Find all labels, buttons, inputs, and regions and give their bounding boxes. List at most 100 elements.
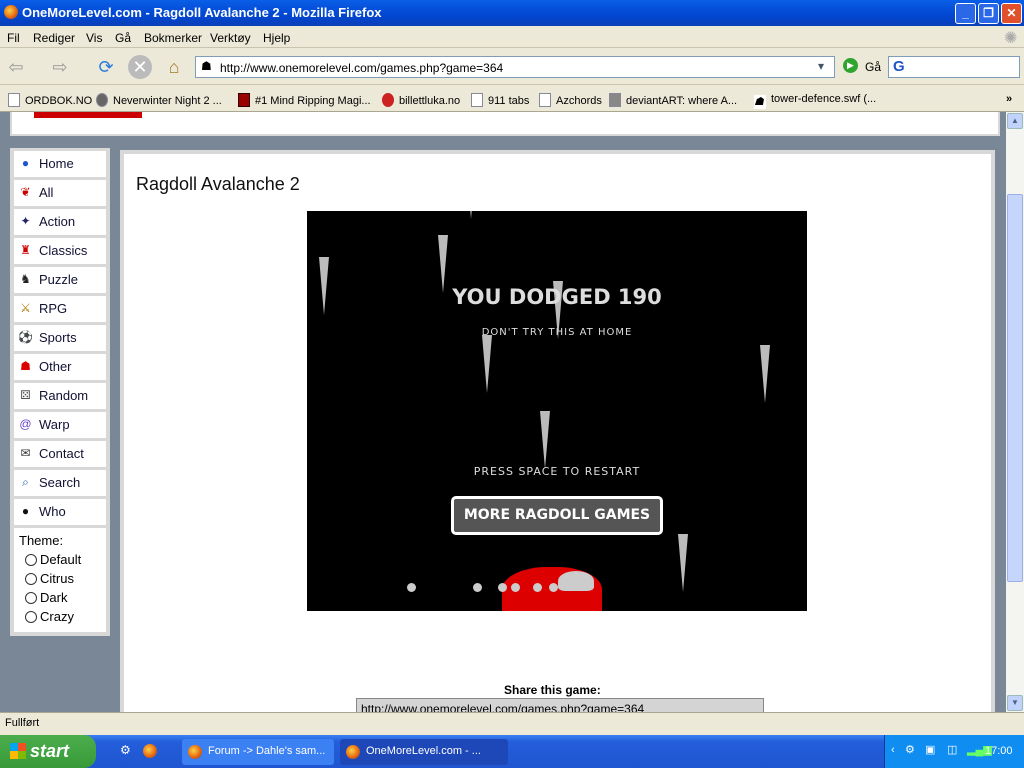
bookmark[interactable]: billettluka.no	[382, 93, 460, 107]
sidebar-item-label: Warp	[39, 417, 70, 432]
menu-file[interactable]: Fil	[7, 31, 20, 45]
minimize-button[interactable]: _	[955, 3, 976, 24]
theme-option-default[interactable]: Default	[25, 552, 101, 567]
menu-help[interactable]: Hjelp	[263, 31, 290, 45]
bookmarks-toolbar: ORDBOK.NO Neverwinter Night 2 ... #1 Min…	[0, 86, 1024, 112]
taskbar-item-onemorelevel[interactable]: OneMoreLevel.com - ...	[340, 739, 508, 765]
google-icon: G	[893, 58, 905, 75]
sidebar-item-warp[interactable]: @ Warp	[14, 412, 106, 438]
sidebar-item-classics[interactable]: ♜ Classics	[14, 238, 106, 264]
swords-icon: ⚔	[20, 301, 31, 315]
envelope-icon: ✉	[20, 446, 31, 460]
magnifier-icon: ⌕	[22, 475, 29, 489]
url-text: http://www.onemorelevel.com/games.php?ga…	[220, 61, 504, 75]
more-ragdoll-games-button[interactable]: MORE RAGDOLL GAMES	[451, 496, 663, 535]
network-icon[interactable]: ▣	[925, 743, 935, 756]
theme-label: Theme:	[19, 533, 64, 548]
share-url-field[interactable]: http://www.onemorelevel.com/games.php?ga…	[356, 698, 764, 712]
go-button[interactable]: Gå	[865, 60, 881, 74]
bookmark[interactable]: ORDBOK.NO	[8, 93, 92, 107]
theme-option-citrus[interactable]: Citrus	[25, 571, 101, 586]
sidebar-item-who[interactable]: ● Who	[14, 499, 106, 525]
sidebar-item-home[interactable]: ● Home	[14, 151, 106, 177]
forward-button[interactable]: ⇨	[48, 55, 72, 79]
sidebar-item-label: Action	[39, 214, 76, 229]
score-text: YOU DODGED 190	[452, 285, 662, 309]
sidebar-item-label: Contact	[39, 446, 84, 461]
sidebar-item-search[interactable]: ⌕ Search	[14, 470, 106, 496]
quicklaunch-ie-icon[interactable]: ⚙	[120, 743, 131, 757]
sidebar-item-contact[interactable]: ✉ Contact	[14, 441, 106, 467]
url-bar[interactable]: ☗ http://www.onemorelevel.com/games.php?…	[195, 56, 835, 78]
page-viewport: ● Home ❦ All ✦ Action ♜ Classics ♞ Puzzle ⚔ RPG ⚽ Spo…	[0, 112, 1006, 712]
ghost-icon: ☗	[20, 359, 31, 373]
person-icon: ●	[21, 504, 30, 518]
steam-icon[interactable]: ⚙	[905, 743, 915, 756]
menu-go[interactable]: Gå	[115, 31, 131, 45]
sidebar-item-action[interactable]: ✦ Action	[14, 209, 106, 235]
sidebar-item-rpg[interactable]: ⚔ RPG	[14, 296, 106, 322]
site-logo[interactable]	[34, 112, 142, 118]
clock[interactable]: 17:00	[985, 745, 1013, 757]
chess-icon: ♞	[20, 272, 31, 286]
start-button[interactable]: start	[0, 735, 96, 768]
search-input[interactable]: G	[888, 56, 1020, 78]
sidebar-item-label: Search	[39, 475, 81, 490]
theme-option-dark[interactable]: Dark	[25, 590, 101, 605]
title-bar: OneMoreLevel.com - Ragdoll Avalanche 2 -…	[0, 0, 1024, 26]
sidebar-item-label: Random	[39, 388, 89, 403]
more-bookmarks-chevron[interactable]: »	[1006, 93, 1012, 105]
url-dropdown-icon[interactable]: ▾	[818, 59, 824, 73]
sidebar-item-random[interactable]: ⚄ Random	[14, 383, 106, 409]
taskbar-item-forum[interactable]: Forum -> Dahle's sam...	[182, 739, 334, 765]
theme-option-crazy[interactable]: Crazy	[25, 609, 101, 624]
home-button[interactable]: ⌂	[162, 55, 186, 79]
back-button[interactable]: ⇦	[4, 55, 28, 79]
bookmark[interactable]: ☗ tower-defence.swf (...	[754, 93, 876, 109]
site-icon: ☗	[201, 59, 212, 73]
quicklaunch-firefox-icon[interactable]	[143, 744, 157, 758]
sidebar-item-label: Sports	[39, 330, 77, 345]
system-tray: ‹ ⚙ ▣ ◫ ▂▄▆ 17:00	[884, 735, 1024, 768]
tray-expand-icon[interactable]: ‹	[891, 744, 895, 756]
close-button[interactable]: ✕	[1001, 3, 1022, 24]
bookmark[interactable]: 911 tabs	[471, 93, 529, 107]
scroll-down-button[interactable]: ▼	[1007, 695, 1023, 711]
window-title: OneMoreLevel.com - Ragdoll Avalanche 2 -…	[22, 5, 382, 20]
sidebar-item-puzzle[interactable]: ♞ Puzzle	[14, 267, 106, 293]
scroll-up-button[interactable]: ▲	[1007, 113, 1023, 129]
sidebar-item-label: Who	[39, 504, 66, 519]
bookmark[interactable]: Neverwinter Night 2 ...	[96, 93, 222, 107]
bookmark[interactable]: #1 Mind Ripping Magi...	[238, 93, 371, 107]
sidebar-item-sports[interactable]: ⚽ Sports	[14, 325, 106, 351]
action-icon: ✦	[20, 214, 31, 228]
page-title: Ragdoll Avalanche 2	[136, 174, 300, 194]
maximize-button[interactable]: ❐	[978, 3, 999, 24]
stop-button[interactable]: ✕	[128, 55, 152, 79]
spiral-icon: @	[19, 417, 32, 431]
main-content: Ragdoll Avalanche 2 YOU DODGED 190 DON'T…	[120, 150, 995, 712]
menu-bar: Fil Rediger Vis Gå Bokmerker Verktøy Hje…	[0, 26, 1024, 48]
sidebar-item-label: RPG	[39, 301, 68, 316]
sound-icon[interactable]: ◫	[947, 743, 957, 756]
scroll-thumb[interactable]	[1007, 194, 1023, 582]
bookmark[interactable]: deviantART: where A...	[609, 93, 737, 107]
menu-view[interactable]: Vis	[86, 31, 102, 45]
menu-bookmarks[interactable]: Bokmerker	[144, 31, 202, 45]
taskbar: start ⚙ Forum -> Dahle's sam... OneMoreL…	[0, 735, 1024, 768]
reload-button[interactable]: ⟳	[94, 55, 118, 79]
go-icon[interactable]: ▶	[843, 58, 858, 73]
vertical-scrollbar[interactable]: ▲ ▼	[1006, 112, 1024, 712]
menu-tools[interactable]: Verktøy	[210, 31, 251, 45]
ball-icon: ⚽	[18, 330, 33, 344]
game-canvas[interactable]: YOU DODGED 190 DON'T TRY THIS AT HOME PR…	[307, 211, 807, 611]
sidebar-item-all[interactable]: ❦ All	[14, 180, 106, 206]
mario-icon: ♜	[20, 243, 31, 257]
bookmark[interactable]: Azchords	[539, 93, 602, 107]
theme-selector: Theme: Default Citrus Dark Crazy	[14, 528, 106, 632]
menu-edit[interactable]: Rediger	[33, 31, 75, 45]
firefox-icon	[4, 5, 18, 19]
dice-icon: ⚄	[20, 388, 31, 402]
sidebar-item-other[interactable]: ☗ Other	[14, 354, 106, 380]
sidebar-item-label: Classics	[39, 243, 88, 258]
